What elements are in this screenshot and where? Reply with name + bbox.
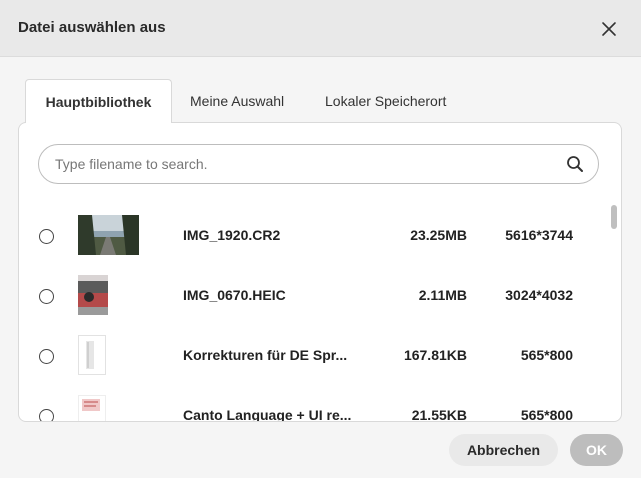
file-dimensions: 565*800 — [520, 347, 573, 363]
list-scrollbar[interactable] — [610, 205, 618, 415]
file-list: IMG_1920.CR2 23.25MB 5616*3744 IMG_0670.… — [19, 205, 609, 422]
ok-button[interactable]: OK — [570, 434, 623, 466]
file-dimensions: 565*800 — [520, 407, 573, 422]
file-thumbnail — [78, 335, 106, 375]
file-name: Canto Language + UI re... — [183, 407, 352, 422]
search-box — [38, 144, 599, 184]
file-size: 21.55KB — [411, 407, 467, 422]
tab-hauptbibliothek[interactable]: Hauptbibliothek — [25, 79, 172, 123]
close-icon[interactable] — [597, 17, 621, 41]
tab-lokaler-speicherort[interactable]: Lokaler Speicherort — [325, 79, 446, 123]
select-radio[interactable] — [39, 289, 54, 304]
file-size: 2.11MB — [418, 287, 467, 303]
cancel-button[interactable]: Abbrechen — [449, 434, 558, 466]
file-name: IMG_0670.HEIC — [183, 287, 286, 303]
file-thumbnail — [78, 395, 106, 421]
file-size: 23.25MB — [410, 227, 467, 243]
file-dimensions: 5616*3744 — [505, 227, 573, 243]
list-item[interactable]: Canto Language + UI re... 21.55KB 565*80… — [19, 385, 609, 422]
search-icon[interactable] — [566, 155, 584, 173]
dialog-title: Datei auswählen aus — [18, 19, 166, 36]
file-name: Korrekturen für DE Spr... — [183, 347, 348, 363]
file-dimensions: 3024*4032 — [505, 287, 573, 303]
select-radio[interactable] — [39, 409, 54, 421]
file-name: IMG_1920.CR2 — [183, 227, 281, 243]
dialog-header: Datei auswählen aus — [0, 0, 641, 57]
list-item[interactable]: IMG_1920.CR2 23.25MB 5616*3744 — [19, 205, 609, 265]
file-size: 167.81KB — [403, 347, 467, 363]
tab-meine-auswahl[interactable]: Meine Auswahl — [190, 79, 284, 123]
list-item[interactable]: Korrekturen für DE Spr... 167.81KB 565*8… — [19, 325, 609, 385]
file-thumbnail — [78, 215, 139, 255]
file-list-panel: IMG_1920.CR2 23.25MB 5616*3744 IMG_0670.… — [18, 122, 622, 422]
file-thumbnail — [78, 275, 108, 315]
file-picker-dialog: Datei auswählen aus Hauptbibliothek Mein… — [0, 0, 641, 478]
scrollbar-thumb[interactable] — [611, 205, 617, 229]
list-item[interactable]: IMG_0670.HEIC 2.11MB 3024*4032 — [19, 265, 609, 325]
search-input[interactable] — [55, 145, 555, 183]
select-radio[interactable] — [39, 229, 54, 244]
select-radio[interactable] — [39, 349, 54, 364]
